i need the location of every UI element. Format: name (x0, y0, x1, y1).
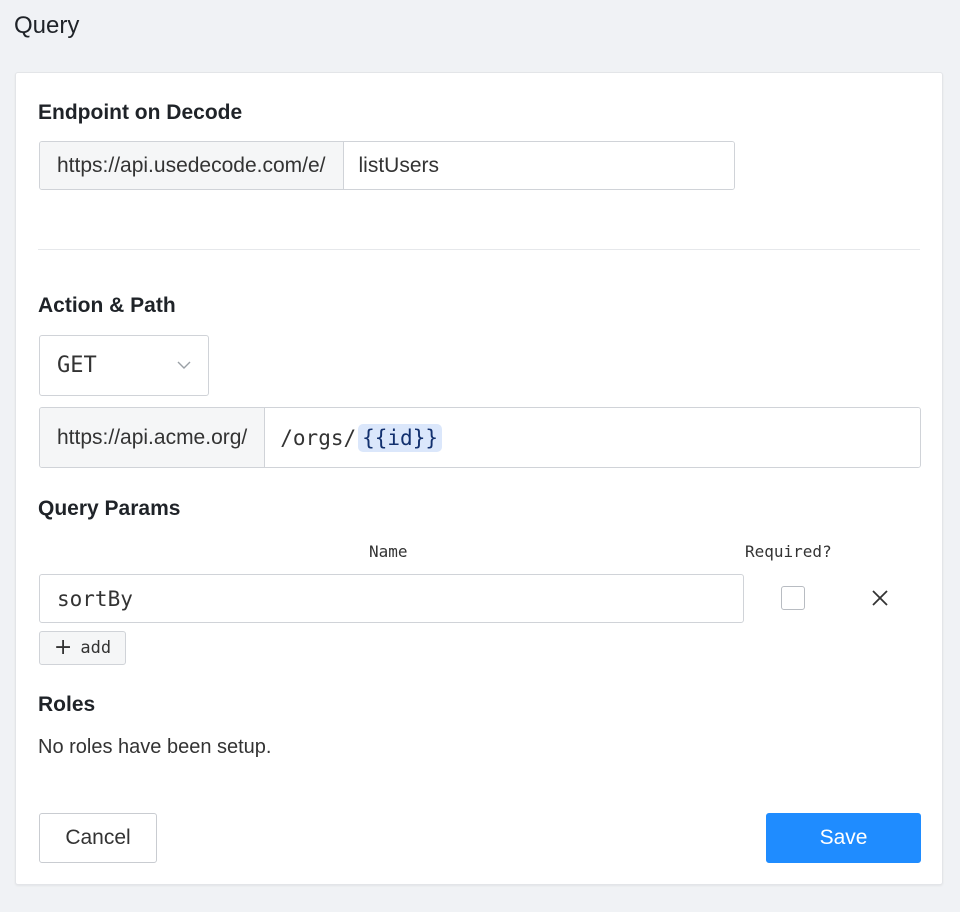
section-divider (38, 249, 920, 250)
endpoint-slug-input[interactable]: listUsers (343, 142, 734, 189)
param-required-checkbox[interactable] (781, 586, 805, 610)
cancel-button[interactable]: Cancel (39, 813, 157, 863)
query-form-card: Endpoint on Decode https://api.usedecode… (15, 72, 943, 885)
param-name-input[interactable]: sortBy (39, 574, 744, 623)
page-title: Query (14, 12, 80, 39)
method-select[interactable]: GET (39, 335, 209, 396)
close-icon[interactable] (869, 587, 891, 609)
add-param-label: add (80, 638, 112, 658)
chevron-down-icon (177, 361, 191, 369)
action-path-heading: Action & Path (38, 294, 176, 317)
roles-empty-text: No roles have been setup. (38, 736, 272, 758)
path-prefix: /orgs/ (280, 425, 357, 450)
path-base-url: https://api.acme.org/ (40, 408, 266, 467)
endpoint-base-url: https://api.usedecode.com/e/ (40, 142, 344, 189)
column-header-name: Name (369, 542, 408, 561)
query-params-heading: Query Params (38, 497, 181, 520)
plus-icon: + (53, 635, 73, 660)
column-header-required: Required? (745, 542, 832, 561)
endpoint-heading: Endpoint on Decode (38, 101, 243, 124)
roles-heading: Roles (38, 693, 96, 716)
path-input[interactable]: /orgs/ {{id}} (265, 408, 920, 467)
path-variable-token: {{id}} (358, 423, 442, 452)
path-input-group: https://api.acme.org/ /orgs/ {{id}} (39, 407, 921, 468)
save-button[interactable]: Save (766, 813, 921, 863)
method-select-value: GET (57, 353, 97, 378)
add-param-button[interactable]: + add (39, 631, 126, 665)
endpoint-input-group: https://api.usedecode.com/e/ listUsers (39, 141, 735, 190)
